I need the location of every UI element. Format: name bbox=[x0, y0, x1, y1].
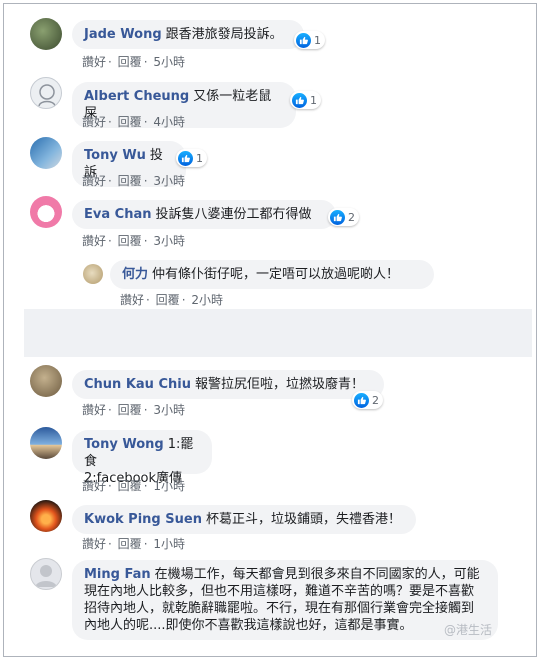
comment-actions: 讚好 · 回覆 · 3小時 bbox=[82, 401, 187, 418]
commenter-name[interactable]: Tony Wu bbox=[84, 148, 146, 163]
reaction-count[interactable]: 2 bbox=[328, 208, 359, 226]
avatar[interactable] bbox=[30, 137, 62, 169]
comment-bubble: Eva Chan 投訴隻八婆連份工都冇得做 bbox=[72, 200, 336, 229]
separator: · bbox=[108, 234, 112, 248]
separator: · bbox=[108, 537, 112, 551]
comment-actions: 讚好 · 回覆 · 4小時 bbox=[82, 113, 187, 130]
separator: · bbox=[143, 115, 148, 129]
separator: · bbox=[108, 479, 112, 493]
separator: · bbox=[143, 403, 148, 417]
avatar[interactable] bbox=[30, 500, 62, 532]
commenter-name[interactable]: 何力 bbox=[122, 267, 148, 282]
comment-bubble: 何力 仲有條仆街仔呢，一定唔可以放過呢啲人！ bbox=[110, 260, 434, 289]
separator: · bbox=[146, 293, 150, 307]
avatar[interactable] bbox=[30, 427, 62, 459]
reply-link[interactable]: 回覆 bbox=[118, 174, 142, 188]
commenter-name[interactable]: Ming Fan bbox=[84, 567, 151, 582]
like-icon bbox=[296, 32, 311, 48]
like-icon bbox=[354, 392, 369, 408]
commenter-name[interactable]: Albert Cheung bbox=[84, 89, 189, 104]
like-count: 1 bbox=[310, 93, 317, 107]
reply-link[interactable]: 回覆 bbox=[118, 115, 142, 129]
like-count: 2 bbox=[372, 393, 379, 407]
avatar[interactable] bbox=[83, 264, 103, 284]
avatar[interactable] bbox=[30, 77, 62, 109]
reply-link[interactable]: 回覆 bbox=[118, 234, 142, 248]
separator: · bbox=[108, 174, 112, 188]
like-link[interactable]: 讚好 bbox=[82, 174, 106, 188]
like-icon bbox=[292, 92, 307, 108]
timestamp[interactable]: 1小時 bbox=[153, 479, 185, 493]
comment-text: 投訴隻八婆連份工都冇得做 bbox=[155, 207, 312, 222]
like-link[interactable]: 讚好 bbox=[120, 293, 144, 307]
comment-text: 杯葛正斗，垃圾鋪頭，失禮香港！ bbox=[205, 512, 401, 527]
timestamp[interactable]: 3小時 bbox=[153, 234, 185, 248]
reaction-count[interactable]: 1 bbox=[290, 91, 321, 109]
comment-actions: 讚好 · 回覆 · 5小時 bbox=[82, 53, 187, 70]
comment-actions: 讚好 · 回覆 · 2小時 bbox=[120, 291, 225, 308]
commenter-name[interactable]: Tony Wong bbox=[84, 437, 164, 452]
like-link[interactable]: 讚好 bbox=[82, 403, 106, 417]
comment-bubble: Jade Wong 跟香港旅發局投訴。 bbox=[72, 20, 304, 49]
avatar[interactable] bbox=[30, 365, 62, 397]
commenter-name[interactable]: Kwok Ping Suen bbox=[84, 512, 202, 527]
like-link[interactable]: 讚好 bbox=[82, 115, 106, 129]
reply-link[interactable]: 回覆 bbox=[156, 293, 180, 307]
like-link[interactable]: 讚好 bbox=[82, 537, 106, 551]
like-link[interactable]: 讚好 bbox=[82, 479, 106, 493]
separator: · bbox=[108, 115, 112, 129]
reply-link[interactable]: 回覆 bbox=[118, 479, 142, 493]
separator: · bbox=[143, 479, 148, 493]
like-count: 2 bbox=[348, 210, 355, 224]
comment-bubble: Tony Wong 1:罷食 2:facebook廣傳 bbox=[72, 430, 212, 486]
timestamp[interactable]: 2小時 bbox=[191, 293, 223, 307]
timestamp[interactable]: 4小時 bbox=[153, 115, 185, 129]
comment-actions: 讚好 · 回覆 · 1小時 bbox=[82, 477, 187, 494]
reaction-count[interactable]: 1 bbox=[294, 31, 325, 49]
reaction-count[interactable]: 1 bbox=[176, 149, 207, 167]
separator: · bbox=[143, 234, 148, 248]
comments-panel: Jade Wong 跟香港旅發局投訴。 1 讚好 · 回覆 · 5小時 Albert … bbox=[3, 3, 537, 657]
reply-link[interactable]: 回覆 bbox=[118, 537, 142, 551]
avatar[interactable] bbox=[30, 18, 62, 50]
comment-bubble: Kwok Ping Suen 杯葛正斗，垃圾鋪頭，失禮香港！ bbox=[72, 505, 416, 534]
comment-text: 報警拉尻佢啦，垃撚圾廢青！ bbox=[194, 377, 364, 392]
timestamp[interactable]: 5小時 bbox=[153, 55, 185, 69]
commenter-name[interactable]: Jade Wong bbox=[84, 27, 162, 42]
separator: · bbox=[108, 55, 112, 69]
comment-bubble: Chun Kau Chiu 報警拉尻佢啦，垃撚圾廢青！ bbox=[72, 370, 384, 399]
like-count: 1 bbox=[314, 33, 321, 47]
watermark: @港生活 bbox=[444, 621, 492, 638]
comment-actions: 讚好 · 回覆 · 3小時 bbox=[82, 232, 187, 249]
avatar[interactable] bbox=[30, 558, 62, 590]
avatar[interactable] bbox=[30, 196, 62, 228]
comment-text: 跟香港旅發局投訴。 bbox=[165, 27, 283, 42]
watermark-text: @港生活 bbox=[443, 623, 492, 637]
like-link[interactable]: 讚好 bbox=[82, 55, 106, 69]
comment-actions: 讚好 · 回覆 · 1小時 bbox=[82, 535, 187, 552]
commenter-name[interactable]: Eva Chan bbox=[84, 207, 151, 222]
separator: · bbox=[108, 403, 112, 417]
section-divider bbox=[24, 309, 532, 357]
comment-actions: 讚好 · 回覆 · 3小時 bbox=[82, 172, 187, 189]
reply-link[interactable]: 回覆 bbox=[118, 55, 142, 69]
like-link[interactable]: 讚好 bbox=[82, 234, 106, 248]
timestamp[interactable]: 3小時 bbox=[153, 403, 185, 417]
commenter-name[interactable]: Chun Kau Chiu bbox=[84, 377, 191, 392]
like-icon bbox=[178, 150, 193, 166]
comment-bubble: Ming Fan 在機場工作，每天都會見到很多來自不同國家的人，可能現在內地人比較… bbox=[72, 560, 498, 640]
reply-link[interactable]: 回覆 bbox=[118, 403, 142, 417]
timestamp[interactable]: 3小時 bbox=[153, 174, 185, 188]
like-count: 1 bbox=[196, 151, 203, 165]
comment-text: 仲有條仆街仔呢，一定唔可以放過呢啲人！ bbox=[152, 267, 400, 282]
separator: · bbox=[143, 537, 148, 551]
separator: · bbox=[181, 293, 186, 307]
timestamp[interactable]: 1小時 bbox=[153, 537, 185, 551]
reaction-count[interactable]: 2 bbox=[352, 391, 383, 409]
like-icon bbox=[330, 209, 345, 225]
separator: · bbox=[143, 55, 148, 69]
separator: · bbox=[143, 174, 148, 188]
